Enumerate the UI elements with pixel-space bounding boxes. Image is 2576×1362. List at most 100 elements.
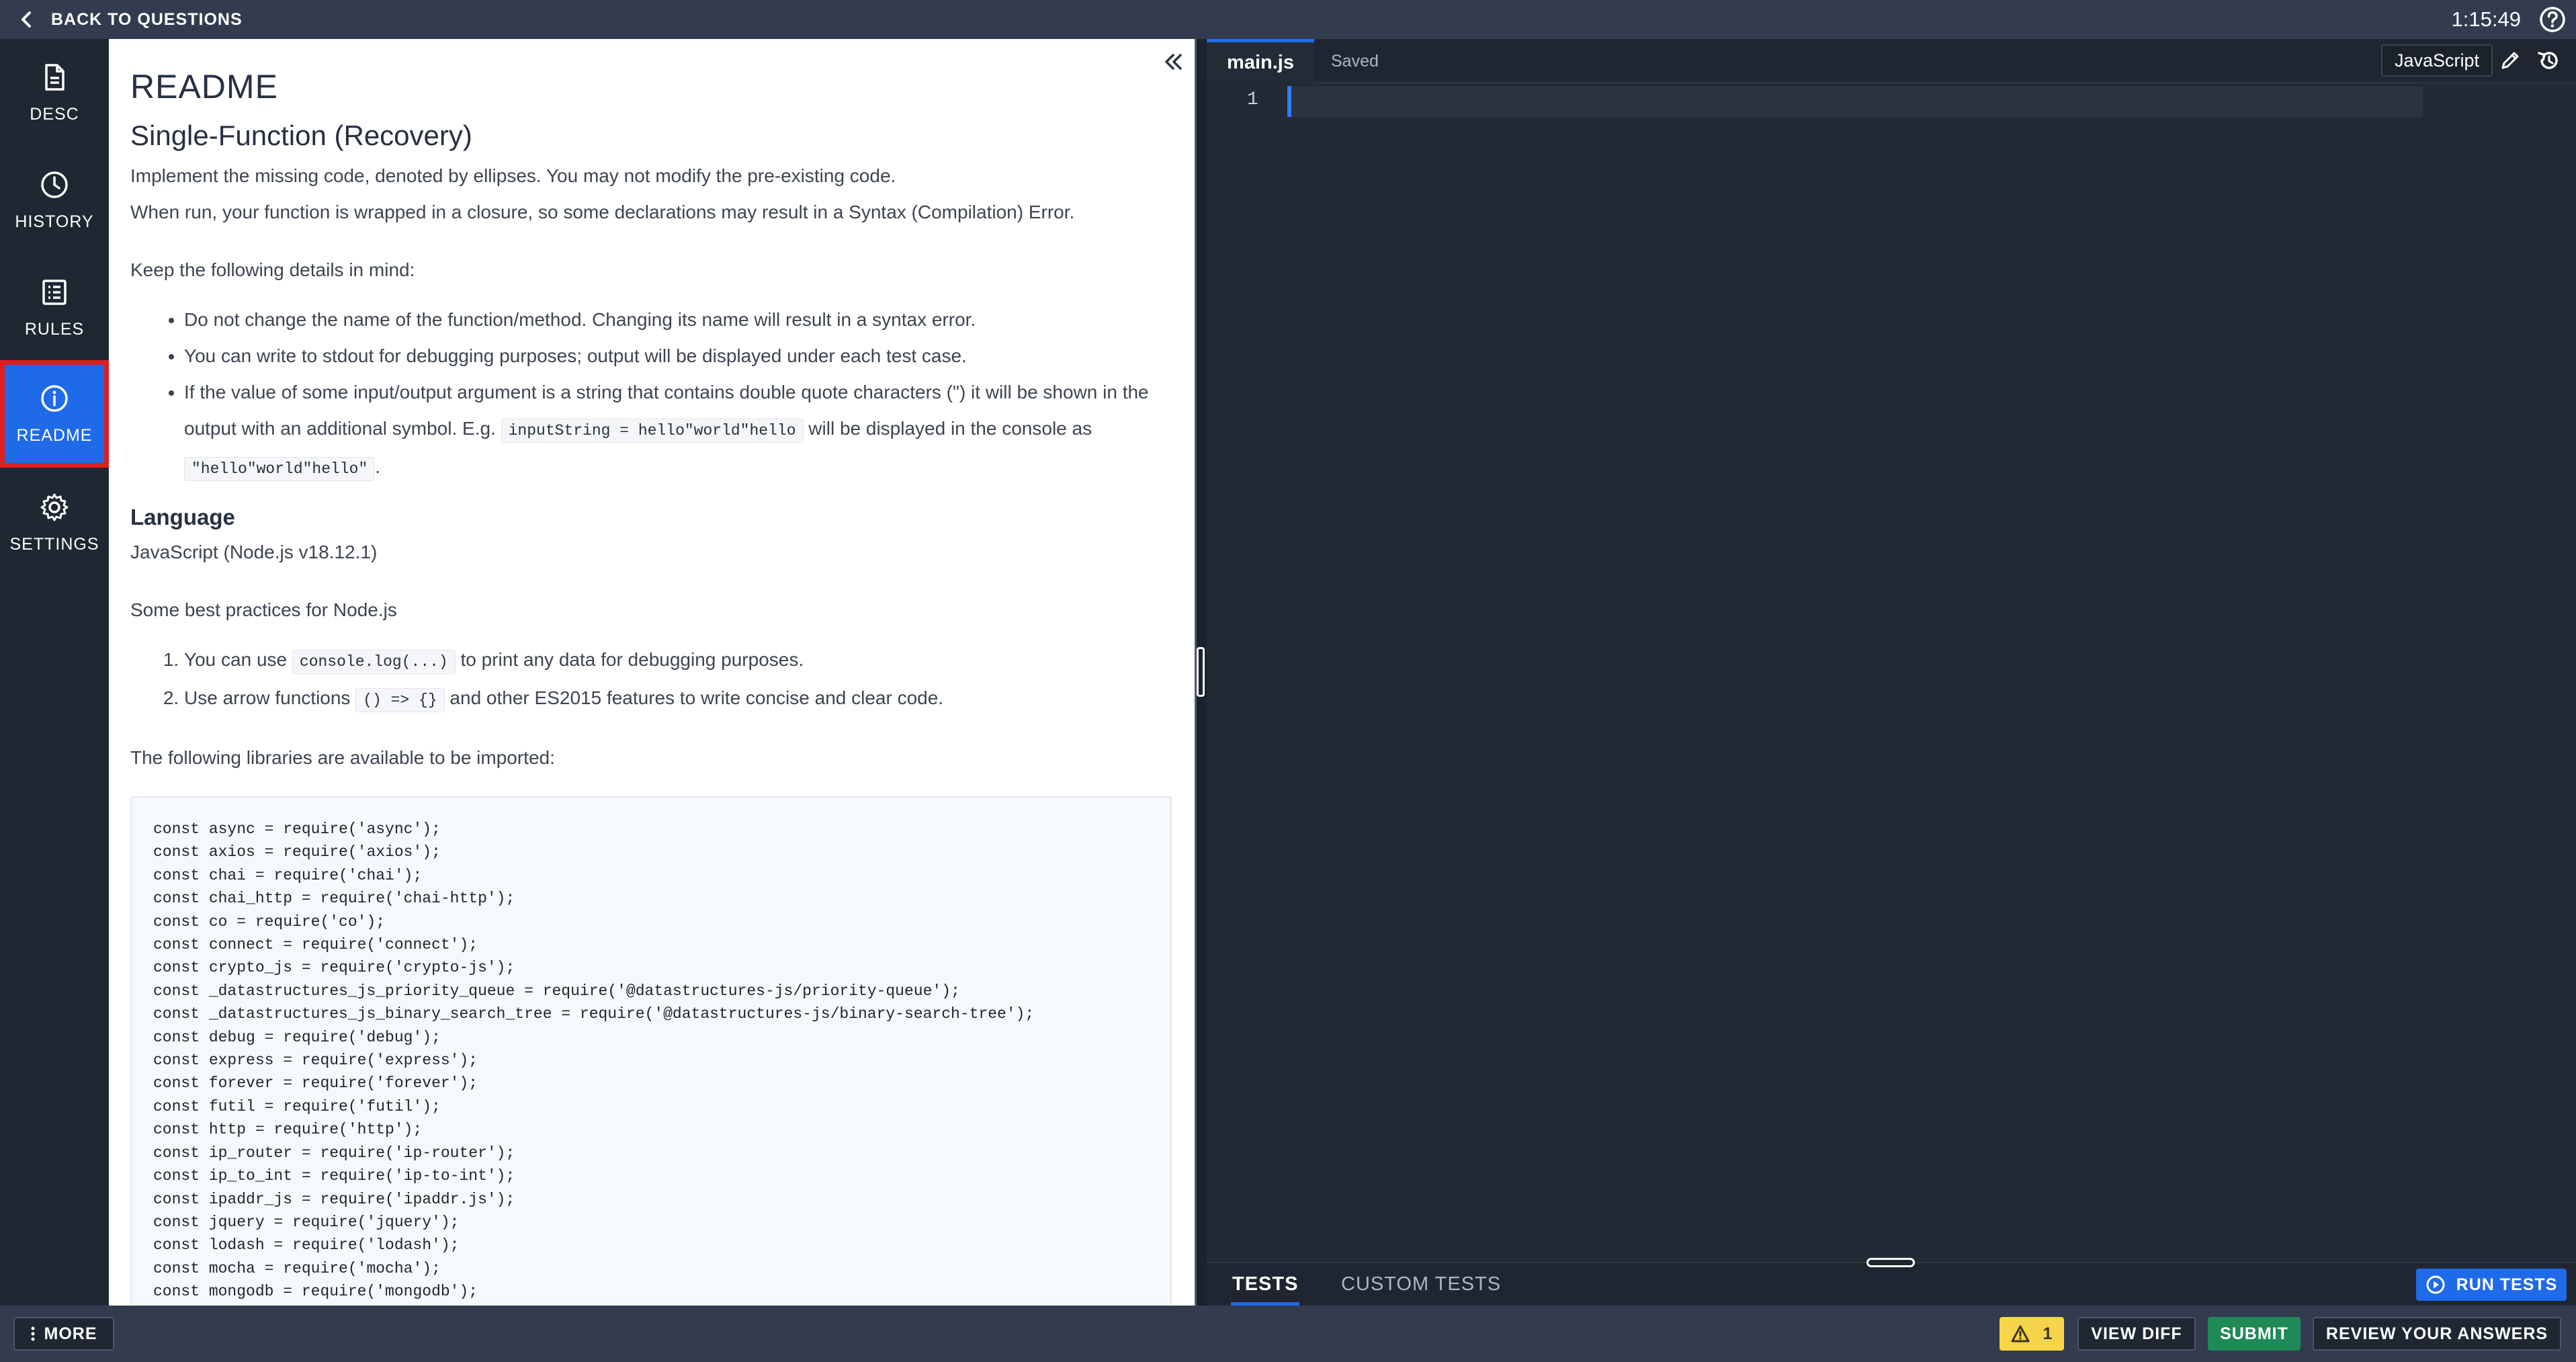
readme-intro-1: Implement the missing code, denoted by e… (130, 165, 896, 186)
more-button[interactable]: MORE (13, 1317, 114, 1351)
practice-text: and other ES2015 features to write conci… (449, 687, 944, 708)
practices-intro: Some best practices for Node.js (130, 599, 397, 620)
nav-item-label: DESC (30, 104, 79, 124)
view-diff-button[interactable]: VIEW DIFF (2077, 1317, 2196, 1351)
info-icon (41, 384, 68, 412)
list-item: Do not change the name of the function/m… (184, 302, 1158, 338)
reset-icon[interactable] (2536, 47, 2563, 74)
code-editor: main.js Saved JavaScript 1 (1207, 39, 2576, 1262)
back-to-questions-label: BACK TO QUESTIONS (51, 9, 243, 29)
language-selector[interactable]: JavaScript (2381, 44, 2493, 77)
tab-tests[interactable]: TESTS (1231, 1263, 1300, 1306)
bullet-text: You can write to stdout for debugging pu… (184, 345, 967, 366)
code-line: const lodash = require('lodash'); (153, 1236, 460, 1254)
resize-handle[interactable] (1866, 1258, 1915, 1267)
list-item: If the value of some input/output argume… (184, 374, 1158, 487)
splitter-handle[interactable] (1197, 647, 1205, 697)
language-heading: Language (130, 505, 235, 529)
nav-item-label: README (16, 425, 93, 445)
code-line: const chai = require('chai'); (153, 866, 423, 884)
nav-item-label: RULES (24, 319, 85, 339)
panel-splitter[interactable] (1195, 39, 1207, 1306)
chevron-left-icon (22, 11, 31, 28)
warning-count: 1 (2043, 1324, 2053, 1343)
nav-item-settings[interactable]: SETTINGS (0, 469, 109, 577)
code-line: const connect = require('connect'); (153, 936, 478, 954)
bullet-text: . (375, 456, 381, 477)
code-line: const _datastructures_js_priority_queue … (153, 982, 960, 1000)
language-value: JavaScript (Node.js v18.12.1) (130, 542, 378, 562)
code-line: const crypto_js = require('crypto-js'); (153, 959, 515, 977)
warnings-button[interactable]: 1 (2000, 1317, 2064, 1351)
code-line: const debug = require('debug'); (153, 1028, 441, 1046)
file-tab-main-js[interactable]: main.js (1207, 39, 1314, 83)
submit-button[interactable]: SUBMIT (2208, 1317, 2301, 1351)
code-line: const http = require('http'); (153, 1121, 423, 1139)
play-circle-icon (2426, 1275, 2445, 1294)
line-number: 1 (1247, 89, 1258, 110)
practice-text: Use arrow functions (184, 687, 351, 708)
nav-item-history[interactable]: HISTORY (0, 146, 109, 254)
inline-code: console.log(...) (292, 650, 456, 674)
code-line: const express = require('express'); (153, 1052, 478, 1070)
code-line: const chai_http = require('chai-http'); (153, 890, 515, 908)
saved-status: Saved (1331, 52, 1379, 71)
collapse-panel-icon[interactable] (1160, 48, 1187, 75)
practice-text: to print any data for debugging purposes… (460, 649, 804, 670)
pencil-icon[interactable] (2498, 48, 2522, 73)
left-navigation: DESC HISTORY RULES README SETTINGS (0, 39, 109, 1306)
inline-code: () => {} (355, 688, 445, 712)
run-tests-button[interactable]: RUN TESTS (2416, 1269, 2567, 1301)
bullet-text: Do not change the name of the function/m… (184, 309, 976, 330)
readme-subtitle: Single-Function (Recovery) (130, 120, 472, 151)
readme-keep-in-mind: Keep the following details in mind: (130, 259, 415, 280)
nav-item-label: SETTINGS (9, 534, 99, 554)
top-bar: BACK TO QUESTIONS 1:15:49 (0, 0, 2576, 39)
nav-item-readme[interactable]: README (0, 360, 109, 468)
code-line: const ip_router = require('ip-router'); (153, 1144, 515, 1162)
list-item: Use arrow functions () => {} and other E… (184, 680, 1158, 718)
line-gutter (1207, 83, 1281, 1192)
code-line: const mongodb = require('mongodb'); (153, 1283, 478, 1301)
libraries-intro: The following libraries are available to… (130, 747, 555, 768)
inline-code: inputString = hello"world"hello (501, 419, 804, 443)
bottom-bar: MORE 1 VIEW DIFF SUBMIT REVIEW YOUR ANSW… (0, 1306, 2576, 1362)
review-answers-button[interactable]: REVIEW YOUR ANSWERS (2313, 1317, 2561, 1351)
code-line: const async = require('async'); (153, 820, 441, 838)
tests-bar: TESTS CUSTOM TESTS RUN TESTS (1207, 1258, 2576, 1306)
help-circle-icon[interactable] (2538, 5, 2567, 34)
editor-tab-bar: main.js Saved JavaScript (1207, 39, 2576, 83)
list-item: You can write to stdout for debugging pu… (184, 338, 1158, 374)
bullet-text: will be displayed in the console as (808, 418, 1092, 439)
list-icon (42, 279, 67, 305)
more-label: MORE (44, 1324, 97, 1343)
code-line: const co = require('co'); (153, 912, 386, 931)
code-lines: const async = require('async'); const axi… (153, 818, 1149, 1304)
code-line: const futil = require('futil'); (153, 1097, 441, 1115)
code-line: const axios = require('axios'); (153, 843, 441, 861)
back-to-questions-button[interactable]: BACK TO QUESTIONS (19, 0, 243, 39)
run-tests-label: RUN TESTS (2456, 1275, 2558, 1294)
readme-title: README (130, 68, 278, 105)
nav-item-desc[interactable]: DESC (0, 39, 109, 146)
document-icon (45, 63, 65, 91)
code-line: const jquery = require('jquery'); (153, 1213, 460, 1231)
warning-icon (2011, 1325, 2030, 1343)
code-line: const _datastructures_js_binary_search_t… (153, 1005, 1035, 1023)
clock-icon (41, 171, 68, 198)
readme-panel[interactable]: README Single-Function (Recovery) Implem… (109, 39, 1195, 1306)
list-item: You can use console.log(...) to print an… (184, 642, 1158, 680)
practice-text: You can use (184, 649, 288, 670)
nav-item-label: HISTORY (15, 212, 94, 231)
code-input-area[interactable] (1287, 83, 2564, 1293)
code-line: const ip_to_int = require('ip-to-int'); (153, 1167, 515, 1185)
code-line: const mocha = require('mocha'); (153, 1259, 441, 1277)
timer: 1:15:49 (2451, 7, 2521, 31)
code-line: const ipaddr_js = require('ipaddr.js'); (153, 1190, 515, 1208)
gear-icon (40, 493, 69, 521)
tab-custom-tests[interactable]: CUSTOM TESTS (1341, 1263, 1501, 1306)
nav-item-rules[interactable]: RULES (0, 254, 109, 361)
readme-intro-2: When run, your function is wrapped in a … (130, 202, 1075, 222)
code-line: const forever = require('forever'); (153, 1074, 478, 1093)
practices-list: You can use console.log(...) to print an… (184, 642, 1158, 718)
